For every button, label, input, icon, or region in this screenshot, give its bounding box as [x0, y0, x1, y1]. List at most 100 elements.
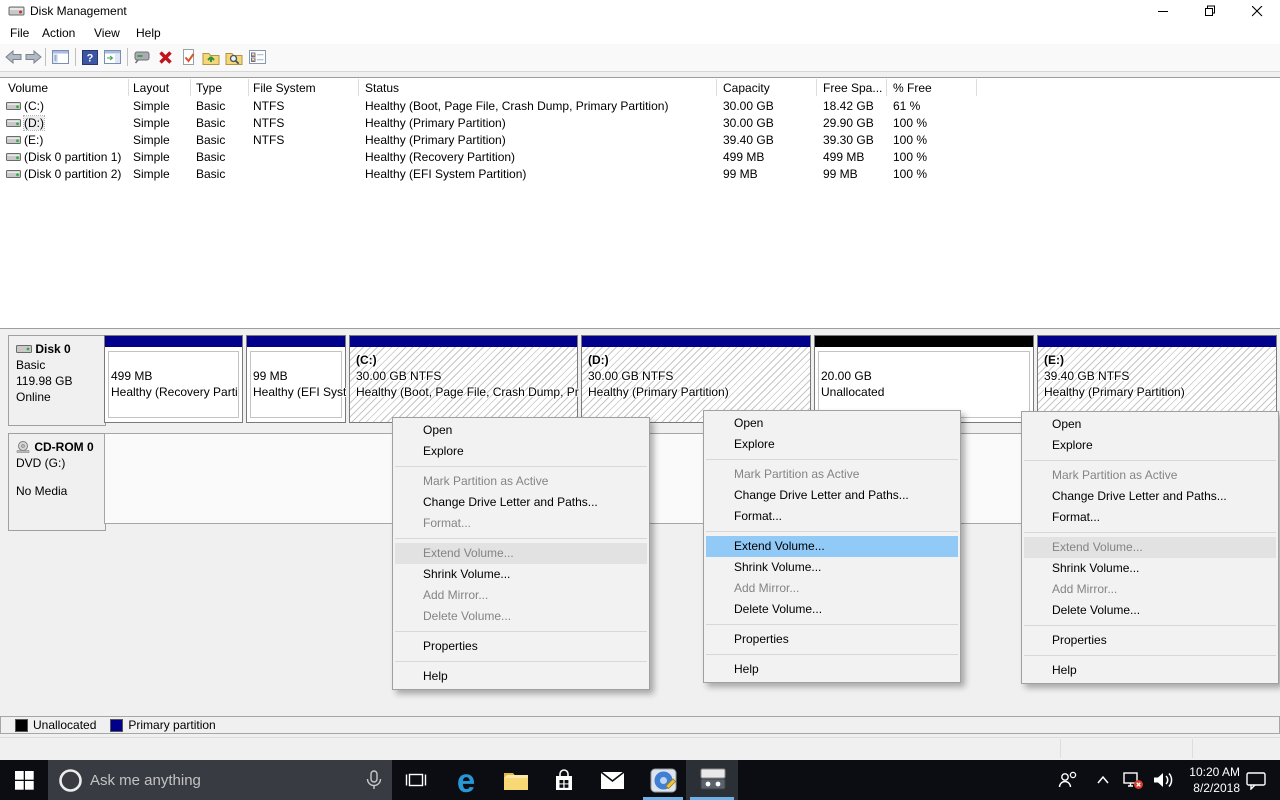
- file-explorer-button[interactable]: [494, 760, 538, 800]
- show-action-pane-button[interactable]: [102, 48, 122, 66]
- menu-item-change-drive-letter[interactable]: Change Drive Letter and Paths...: [1022, 486, 1278, 507]
- callout-button[interactable]: [132, 48, 152, 66]
- menu-item-add-mirror[interactable]: Add Mirror...: [704, 578, 960, 599]
- cortana-search-box[interactable]: Ask me anything: [48, 760, 392, 800]
- people-button[interactable]: [1052, 760, 1084, 800]
- menu-item-properties[interactable]: Properties: [704, 629, 960, 650]
- header-separator[interactable]: [128, 79, 129, 96]
- menu-view[interactable]: View: [88, 25, 126, 41]
- folder-search-button[interactable]: [224, 48, 244, 66]
- show-console-tree-button[interactable]: [50, 48, 70, 66]
- mail-icon: [600, 771, 625, 790]
- help-button[interactable]: ?: [80, 48, 100, 66]
- table-row-c[interactable]: (C:) Simple Basic NTFS Healthy (Boot, Pa…: [0, 97, 1280, 114]
- partition-c[interactable]: (C:) 30.00 GB NTFS Healthy (Boot, Page F…: [349, 335, 578, 423]
- menu-file[interactable]: File: [4, 25, 35, 41]
- network-button[interactable]: [1118, 760, 1148, 800]
- column-header-capacity[interactable]: Capacity: [723, 81, 770, 95]
- disk-management-button[interactable]: [686, 760, 738, 800]
- close-button[interactable]: [1234, 0, 1280, 22]
- header-separator[interactable]: [248, 79, 249, 96]
- menu-item-format[interactable]: Format...: [704, 506, 960, 527]
- menu-item-explore[interactable]: Explore: [1022, 435, 1278, 456]
- header-separator[interactable]: [976, 79, 977, 96]
- edge-browser-button[interactable]: e: [444, 760, 488, 800]
- header-separator[interactable]: [886, 79, 887, 96]
- menu-help[interactable]: Help: [130, 25, 167, 41]
- menu-item-mark-partition-active[interactable]: Mark Partition as Active: [393, 471, 649, 492]
- menu-item-extend-volume[interactable]: Extend Volume...: [395, 543, 647, 564]
- check-document-button[interactable]: [178, 48, 198, 66]
- start-button[interactable]: [0, 760, 48, 800]
- column-header-status[interactable]: Status: [365, 81, 399, 95]
- menu-item-shrink-volume[interactable]: Shrink Volume...: [393, 564, 649, 585]
- menu-action[interactable]: Action: [36, 25, 81, 41]
- column-header-layout[interactable]: Layout: [133, 81, 169, 95]
- menu-item-add-mirror[interactable]: Add Mirror...: [1022, 579, 1278, 600]
- header-separator[interactable]: [816, 79, 817, 96]
- partition-e[interactable]: (E:) 39.40 GB NTFS Healthy (Primary Part…: [1037, 335, 1277, 423]
- column-header-pct-free[interactable]: % Free: [893, 81, 932, 95]
- column-header-free-space[interactable]: Free Spa...: [823, 81, 882, 95]
- menu-item-change-drive-letter[interactable]: Change Drive Letter and Paths...: [704, 485, 960, 506]
- restore-button[interactable]: [1187, 0, 1233, 22]
- header-separator[interactable]: [716, 79, 717, 96]
- menu-item-delete-volume[interactable]: Delete Volume...: [393, 606, 649, 627]
- status-strip-separator: [1060, 739, 1061, 758]
- mail-button[interactable]: [590, 760, 634, 800]
- menu-item-properties[interactable]: Properties: [393, 636, 649, 657]
- volume-list-header: Volume Layout Type File System Status Ca…: [0, 78, 1280, 97]
- menu-item-mark-partition-active[interactable]: Mark Partition as Active: [704, 464, 960, 485]
- menu-item-open[interactable]: Open: [393, 420, 649, 441]
- clock[interactable]: 10:20 AM 8/2/2018: [1178, 764, 1240, 796]
- column-header-type[interactable]: Type: [196, 81, 222, 95]
- menu-item-delete-volume[interactable]: Delete Volume...: [1022, 600, 1278, 621]
- column-header-volume[interactable]: Volume: [8, 81, 48, 95]
- drive-icon: [6, 100, 21, 111]
- menu-item-explore[interactable]: Explore: [393, 441, 649, 462]
- tray-expand-button[interactable]: [1090, 760, 1116, 800]
- menu-item-properties[interactable]: Properties: [1022, 630, 1278, 651]
- partition-efi[interactable]: 99 MB Healthy (EFI Syst: [246, 335, 346, 423]
- disk-tool-button[interactable]: [640, 760, 686, 800]
- menu-item-extend-volume[interactable]: Extend Volume...: [1024, 537, 1276, 558]
- forward-button[interactable]: [23, 48, 43, 66]
- volume-button[interactable]: [1148, 760, 1178, 800]
- store-button[interactable]: [542, 760, 586, 800]
- menu-item-format[interactable]: Format...: [1022, 507, 1278, 528]
- menu-item-help[interactable]: Help: [704, 659, 960, 680]
- menu-item-format[interactable]: Format...: [393, 513, 649, 534]
- column-header-file-system[interactable]: File System: [253, 81, 316, 95]
- menu-item-shrink-volume[interactable]: Shrink Volume...: [1022, 558, 1278, 579]
- menu-item-open[interactable]: Open: [704, 413, 960, 434]
- menu-item-mark-partition-active[interactable]: Mark Partition as Active: [1022, 465, 1278, 486]
- menu-item-help[interactable]: Help: [1022, 660, 1278, 681]
- cdrom-panel[interactable]: CD-ROM 0 DVD (G:) No Media: [8, 433, 106, 531]
- action-center-button[interactable]: [1240, 760, 1272, 800]
- menu-item-extend-volume[interactable]: Extend Volume...: [706, 536, 958, 557]
- checklist-button[interactable]: [247, 48, 267, 66]
- drive-icon: [6, 151, 21, 162]
- header-separator[interactable]: [358, 79, 359, 96]
- menu-item-shrink-volume[interactable]: Shrink Volume...: [704, 557, 960, 578]
- menu-item-change-drive-letter[interactable]: Change Drive Letter and Paths...: [393, 492, 649, 513]
- folder-up-button[interactable]: [201, 48, 221, 66]
- help-icon: ?: [82, 50, 98, 65]
- menu-item-explore[interactable]: Explore: [704, 434, 960, 455]
- menu-item-add-mirror[interactable]: Add Mirror...: [393, 585, 649, 606]
- header-separator[interactable]: [190, 79, 191, 96]
- task-view-button[interactable]: [396, 760, 436, 800]
- table-row-partition2[interactable]: (Disk 0 partition 2) Simple Basic Health…: [0, 165, 1280, 182]
- back-button[interactable]: [3, 48, 23, 66]
- partition-recovery[interactable]: 499 MB Healthy (Recovery Parti: [104, 335, 243, 423]
- table-row-e[interactable]: (E:) Simple Basic NTFS Healthy (Primary …: [0, 131, 1280, 148]
- minimize-button[interactable]: [1140, 0, 1186, 22]
- menu-item-open[interactable]: Open: [1022, 414, 1278, 435]
- table-row-partition1[interactable]: (Disk 0 partition 1) Simple Basic Health…: [0, 148, 1280, 165]
- table-row-d[interactable]: (D:) Simple Basic NTFS Healthy (Primary …: [0, 114, 1280, 131]
- context-menu-e: Open Explore Mark Partition as Active Ch…: [1021, 411, 1279, 684]
- delete-volume-button[interactable]: [155, 48, 175, 66]
- action-center-icon: [1245, 771, 1267, 790]
- menu-item-delete-volume[interactable]: Delete Volume...: [704, 599, 960, 620]
- menu-item-help[interactable]: Help: [393, 666, 649, 687]
